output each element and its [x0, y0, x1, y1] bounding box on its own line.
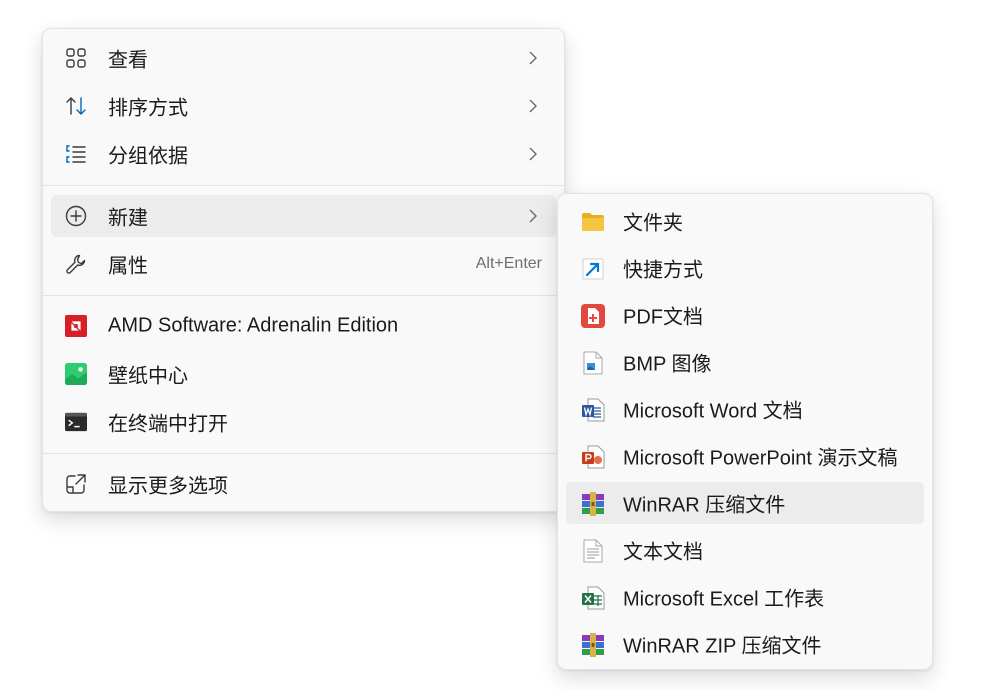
shortcut-arrow-icon [580, 257, 606, 281]
menu-item-wallpaper-center[interactable]: 壁纸中心 [51, 353, 556, 395]
amd-logo-icon [65, 315, 87, 337]
submenu-item-winrar[interactable]: WinRAR 压缩文件 [566, 482, 924, 524]
new-submenu: 文件夹 快捷方式 PDF文档 BMP 图像 Microsoft Word 文档 … [557, 193, 933, 670]
winrar-zip-icon [580, 633, 606, 657]
submenu-item-folder[interactable]: 文件夹 [566, 200, 924, 242]
submenu-item-text-document[interactable]: 文本文档 [566, 529, 924, 571]
text-document-icon [580, 539, 606, 563]
menu-item-show-more-options[interactable]: 显示更多选项 [51, 463, 556, 505]
menu-separator [43, 185, 564, 186]
menu-item-label: 属性 [108, 255, 148, 278]
wrench-icon [65, 254, 87, 274]
menu-item-group-by[interactable]: 分组依据 [51, 133, 556, 175]
menu-item-label: 在终端中打开 [108, 413, 228, 436]
menu-item-label: 排序方式 [108, 97, 188, 120]
excel-icon [580, 586, 606, 610]
group-list-icon [65, 144, 87, 164]
menu-item-label: 分组依据 [108, 145, 188, 168]
shortcut-text: Alt+Enter [475, 255, 542, 272]
submenu-item-shortcut[interactable]: 快捷方式 [566, 247, 924, 289]
submenu-item-winrar-zip[interactable]: WinRAR ZIP 压缩文件 [566, 623, 924, 665]
menu-item-label: 查看 [108, 49, 148, 72]
menu-item-view[interactable]: 查看 [51, 37, 556, 79]
menu-item-properties[interactable]: 属性 Alt+Enter [51, 243, 556, 285]
menu-item-open-in-terminal[interactable]: 在终端中打开 [51, 401, 556, 443]
word-icon [580, 398, 606, 422]
menu-item-sort-by[interactable]: 排序方式 [51, 85, 556, 127]
winrar-icon [580, 492, 606, 516]
folder-icon [580, 210, 606, 234]
menu-item-label: 新建 [108, 207, 148, 230]
submenu-item-label: 文件夹 [623, 212, 683, 235]
chevron-right-icon [528, 146, 538, 162]
submenu-item-label: PDF文档 [623, 306, 703, 329]
submenu-item-pdf[interactable]: PDF文档 [566, 294, 924, 336]
wallpaper-icon [65, 363, 87, 385]
menu-item-new[interactable]: 新建 [51, 195, 556, 237]
context-menu: 查看 排序方式 分组依据 新建 属性 Alt+Enter AMD Softwar… [42, 28, 565, 512]
terminal-icon [65, 412, 87, 432]
submenu-item-powerpoint[interactable]: Microsoft PowerPoint 演示文稿 [566, 435, 924, 477]
submenu-item-bmp[interactable]: BMP 图像 [566, 341, 924, 383]
chevron-right-icon [528, 50, 538, 66]
bmp-image-icon [580, 351, 606, 375]
submenu-item-label: WinRAR ZIP 压缩文件 [623, 635, 822, 658]
menu-item-label: 壁纸中心 [108, 365, 188, 388]
menu-item-amd-software[interactable]: AMD Software: Adrenalin Edition [51, 305, 556, 347]
submenu-item-label: BMP 图像 [623, 353, 712, 376]
grid-icon [65, 48, 87, 68]
submenu-item-label: WinRAR 压缩文件 [623, 494, 786, 517]
sort-icon [65, 96, 87, 116]
submenu-item-word[interactable]: Microsoft Word 文档 [566, 388, 924, 430]
submenu-item-label: 快捷方式 [623, 259, 703, 282]
submenu-item-label: 文本文档 [623, 541, 703, 564]
submenu-item-label: Microsoft Excel 工作表 [623, 588, 825, 611]
powerpoint-icon [580, 445, 606, 469]
pdf-icon [580, 304, 606, 328]
add-circle-icon [65, 205, 87, 227]
submenu-item-excel[interactable]: Microsoft Excel 工作表 [566, 576, 924, 618]
open-external-icon [65, 474, 87, 494]
menu-item-label: AMD Software: Adrenalin Edition [108, 314, 399, 337]
menu-item-label: 显示更多选项 [108, 475, 228, 498]
menu-separator [43, 453, 564, 454]
chevron-right-icon [528, 98, 538, 114]
chevron-right-icon [528, 208, 538, 224]
menu-separator [43, 295, 564, 296]
submenu-item-label: Microsoft PowerPoint 演示文稿 [623, 447, 898, 470]
submenu-item-label: Microsoft Word 文档 [623, 400, 803, 423]
